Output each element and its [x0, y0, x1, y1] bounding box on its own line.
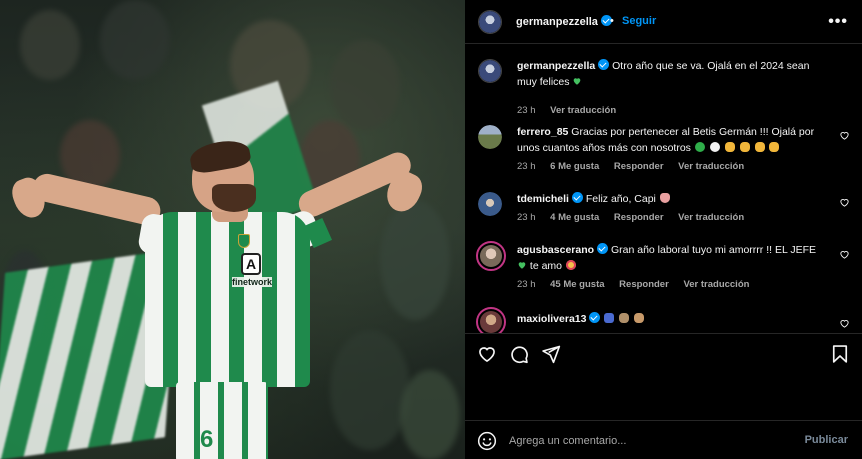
comment-item: ferrero_85 Gracias por pertenecer al Bet… [465, 123, 862, 183]
comment-avatar[interactable] [478, 125, 502, 149]
comment-likes[interactable]: 45 Me gusta [550, 279, 604, 290]
comment-like-heart-icon[interactable] [839, 197, 850, 208]
player-beard [212, 184, 256, 212]
separator-dot: • [610, 15, 614, 27]
comment-item: maxiolivera13 [465, 307, 862, 333]
comment-meta: 23 h Ver traducción [517, 105, 628, 116]
author-username-text[interactable]: germanpezzella [516, 16, 598, 28]
verified-badge-icon [589, 312, 601, 323]
heart-hands-icon [659, 193, 670, 203]
comment-body-continued: te amo [529, 260, 563, 272]
club-crest [238, 234, 250, 248]
sponsor-logo: A [241, 253, 261, 275]
comment-bubble-icon[interactable] [509, 344, 529, 364]
raised-hands-icon [619, 313, 630, 323]
publish-button[interactable]: Publicar [805, 434, 848, 446]
comments-list[interactable]: germanpezzella Otro año que se va. Ojalá… [465, 45, 862, 333]
player-figure: A finetwork 6 [0, 0, 465, 459]
comment-avatar[interactable] [476, 307, 506, 333]
comment-time: 23 h [517, 212, 536, 223]
flexed-biceps-icon [769, 142, 780, 152]
flexed-biceps-icon [724, 142, 735, 152]
green-heart-icon [518, 262, 526, 269]
comment-username[interactable]: maxiolivera13 [517, 313, 586, 325]
comment-text: agusbascerano Gran año laboral tuyo mi a… [517, 242, 832, 274]
post-header: germanpezzella • Seguir ••• [465, 0, 862, 44]
green-heart-icon [574, 78, 581, 85]
comment-avatar[interactable] [478, 59, 502, 83]
comment-avatar[interactable] [478, 192, 502, 216]
verified-badge-icon [597, 243, 609, 254]
follow-button[interactable]: Seguir [622, 15, 656, 27]
betis-jersey [145, 212, 310, 387]
green-circle-icon [694, 142, 705, 152]
comment-likes[interactable]: 6 Me gusta [550, 161, 599, 172]
comment-body: Gran año laboral tuyo mi amorrrr !! EL J… [610, 244, 816, 256]
verified-badge-icon [598, 59, 610, 70]
post-photo[interactable]: A finetwork 6 [0, 0, 465, 459]
comment-likes[interactable]: 4 Me gusta [550, 212, 599, 223]
more-options-icon[interactable]: ••• [828, 13, 848, 31]
send-paper-plane-icon[interactable] [541, 344, 561, 364]
trophy-blue-icon [604, 313, 615, 323]
heart-outline-icon[interactable] [477, 344, 497, 364]
comment-like-heart-icon[interactable] [839, 318, 850, 329]
caption-text: germanpezzella Otro año que se va. Ojalá… [517, 58, 832, 90]
comment-username[interactable]: tdemicheli [517, 193, 569, 205]
comment-item: tdemicheli Feliz año, Capi 23 h 4 Me gus… [465, 190, 862, 230]
flexed-biceps-icon [739, 142, 750, 152]
comment-meta: 23 h 6 Me gusta Responder Ver traducción [517, 161, 756, 172]
comment-text: maxiolivera13 [517, 311, 832, 327]
comment-text: tdemicheli Feliz año, Capi [517, 191, 832, 207]
comment-time: 23 h [517, 161, 536, 172]
comment-time: 23 h [517, 105, 536, 116]
comment-input[interactable] [509, 430, 779, 452]
translate-link[interactable]: Ver traducción [678, 161, 744, 172]
white-circle-icon [709, 142, 720, 152]
comment-avatar[interactable] [476, 241, 506, 271]
shorts-number: 6 [200, 426, 214, 453]
comment-time: 23 h [517, 279, 536, 290]
action-bar [465, 334, 862, 374]
post-side-panel: germanpezzella • Seguir ••• germanpezzel… [465, 0, 862, 459]
reply-button[interactable]: Responder [619, 279, 669, 290]
comment-meta: 23 h 4 Me gusta Responder Ver traducción [517, 212, 756, 223]
comment-text: ferrero_85 Gracias por pertenecer al Bet… [517, 124, 832, 156]
comment-like-heart-icon[interactable] [839, 249, 850, 260]
comment-body: Feliz año, Capi [585, 193, 656, 205]
comment-like-heart-icon[interactable] [839, 130, 850, 141]
comment-username[interactable]: germanpezzella [517, 60, 595, 72]
clap-icon [634, 313, 645, 323]
post-caption: germanpezzella Otro año que se va. Ojalá… [465, 57, 862, 117]
add-comment-bar: Publicar [465, 420, 862, 459]
comment-username[interactable]: agusbascerano [517, 244, 594, 256]
comment-username[interactable]: ferrero_85 [517, 126, 568, 138]
translate-link[interactable]: Ver traducción [550, 105, 616, 116]
verified-badge-icon [571, 192, 583, 203]
reply-button[interactable]: Responder [614, 161, 664, 172]
reply-button[interactable]: Responder [614, 212, 664, 223]
comment-meta: 23 h 45 Me gusta Responder Ver traducció… [517, 279, 761, 290]
smiley-icon[interactable] [477, 431, 497, 451]
heart-eyes-icon [565, 260, 576, 270]
bookmark-icon[interactable] [830, 344, 850, 364]
sponsor-text: finetwork [232, 277, 273, 287]
translate-link[interactable]: Ver traducción [678, 212, 744, 223]
player-shorts [176, 382, 268, 459]
author-username[interactable]: germanpezzella [516, 15, 612, 28]
translate-link[interactable]: Ver traducción [683, 279, 749, 290]
flexed-biceps-icon [754, 142, 765, 152]
author-avatar[interactable] [478, 10, 502, 34]
comment-item: agusbascerano Gran año laboral tuyo mi a… [465, 241, 862, 301]
